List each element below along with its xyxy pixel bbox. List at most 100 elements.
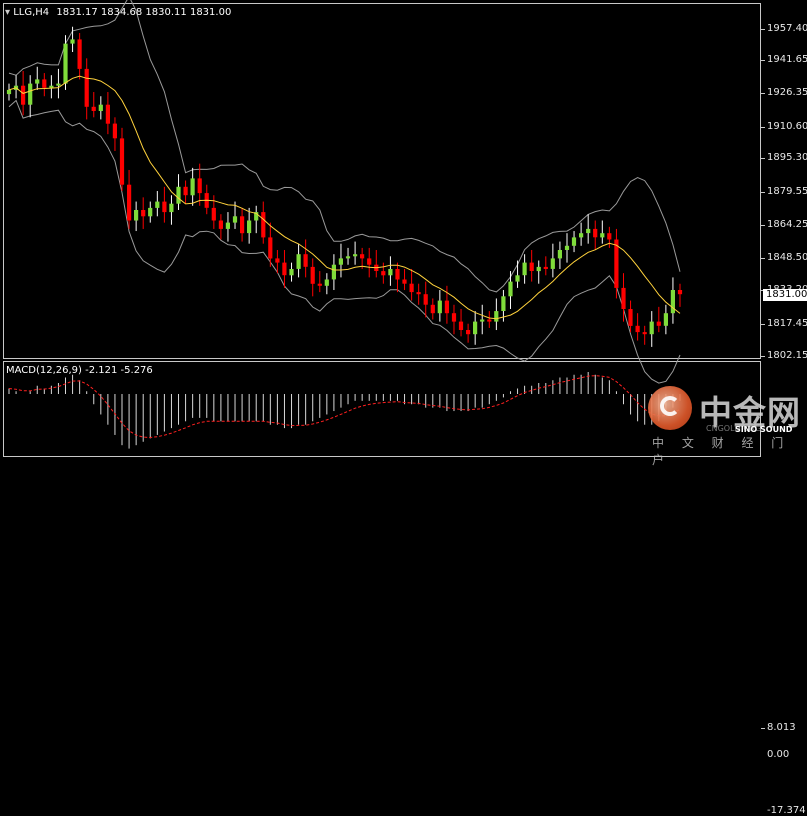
candle-body bbox=[190, 178, 195, 196]
price-tick-mark bbox=[761, 225, 765, 226]
watermark-brand: SINO SOUND bbox=[735, 425, 793, 434]
macd-label: MACD(12,26,9) -2.121 -5.276 bbox=[6, 365, 153, 376]
price-tick-mark bbox=[761, 60, 765, 61]
logo-swirl-icon bbox=[660, 396, 680, 416]
price-tick-mark bbox=[761, 356, 765, 357]
candle-body bbox=[409, 283, 414, 293]
chart-menu-icon[interactable]: ▾ bbox=[5, 7, 10, 18]
candle-body bbox=[134, 210, 139, 221]
price-tick-mark bbox=[761, 127, 765, 128]
price-tick-mark bbox=[761, 29, 765, 30]
candle-body bbox=[289, 269, 294, 276]
candle-body bbox=[501, 296, 506, 311]
price-tick-mark bbox=[761, 192, 765, 193]
candle-body bbox=[670, 290, 675, 314]
ohlc-values: 1831.17 1834.68 1830.11 1831.00 bbox=[56, 7, 232, 18]
macd-signal-line bbox=[8, 375, 681, 439]
candle-body bbox=[49, 85, 54, 88]
candle-body bbox=[6, 89, 12, 95]
candle-body bbox=[381, 271, 386, 276]
candle-body bbox=[494, 311, 499, 322]
candle-body bbox=[197, 178, 202, 194]
candle-body bbox=[119, 138, 125, 185]
candle-body bbox=[317, 283, 322, 286]
candle-body bbox=[162, 201, 167, 213]
candle-body bbox=[148, 207, 153, 217]
candle-body bbox=[579, 233, 584, 238]
candle-body bbox=[402, 279, 407, 284]
candle-body bbox=[473, 321, 478, 335]
candle-body bbox=[508, 281, 513, 297]
candle-body bbox=[28, 83, 33, 105]
price-scale[interactable]: 1957.40 1941.65 1926.35 1910.60 1895.30 1879.… bbox=[761, 0, 807, 361]
candle-body bbox=[56, 83, 61, 86]
candle-body bbox=[282, 262, 287, 276]
candle-body bbox=[345, 256, 351, 259]
candle-body bbox=[621, 287, 626, 309]
candle-body bbox=[155, 201, 160, 208]
candle-body bbox=[338, 258, 343, 265]
candle-body bbox=[310, 266, 315, 284]
candle-body bbox=[360, 254, 365, 259]
candle-body bbox=[141, 210, 146, 217]
candle-body bbox=[388, 269, 393, 276]
candle-body bbox=[663, 313, 668, 326]
candle-body bbox=[395, 269, 400, 280]
price-tick-mark bbox=[761, 158, 765, 159]
symbol-timeframe: LLG,H4 bbox=[13, 7, 50, 18]
bollinger-upper bbox=[8, 0, 681, 293]
candle-body bbox=[557, 250, 562, 259]
candle-body bbox=[635, 325, 640, 333]
candle-body bbox=[628, 309, 633, 326]
candle-body bbox=[466, 330, 471, 335]
candle-body bbox=[607, 233, 612, 240]
candle-body bbox=[458, 321, 464, 330]
candle-body bbox=[225, 222, 230, 229]
candle-body bbox=[642, 332, 647, 335]
candle-body bbox=[416, 292, 421, 295]
candle-body bbox=[451, 313, 457, 322]
candle-body bbox=[112, 123, 117, 139]
candle-body bbox=[564, 245, 570, 250]
price-tick-label: 1910.60 bbox=[767, 121, 807, 132]
candle-body bbox=[296, 254, 301, 269]
candle-body bbox=[218, 220, 223, 229]
candle-body bbox=[437, 300, 442, 314]
candle-body bbox=[268, 237, 273, 259]
candle-body bbox=[487, 319, 492, 322]
candle-body bbox=[649, 321, 654, 335]
candle-body bbox=[550, 258, 555, 269]
candle-body bbox=[247, 220, 252, 234]
candle-body bbox=[423, 294, 428, 305]
candle-body bbox=[353, 254, 358, 257]
candle-body bbox=[105, 104, 110, 124]
price-tick-label: 1957.40 bbox=[767, 23, 807, 34]
candle-body bbox=[536, 266, 541, 272]
candle-body bbox=[303, 254, 308, 267]
price-tick-label: 1895.30 bbox=[767, 152, 807, 163]
chart-header: ▾ LLG,H4 1831.17 1834.68 1830.11 1831.00 bbox=[5, 7, 231, 18]
candle-body bbox=[127, 184, 132, 221]
price-tick-mark bbox=[761, 258, 765, 259]
macd-scale-zero: 0.00 bbox=[767, 749, 790, 760]
candle-body bbox=[529, 262, 534, 271]
candle-body bbox=[367, 258, 372, 265]
candle-body bbox=[35, 79, 40, 84]
candle-body bbox=[21, 85, 26, 105]
candle-body bbox=[176, 186, 181, 204]
candle-body bbox=[600, 233, 605, 238]
candle-body bbox=[232, 216, 238, 223]
candle-body bbox=[91, 106, 96, 111]
candle-body bbox=[70, 39, 75, 44]
candle-body bbox=[261, 212, 266, 238]
candle-body bbox=[430, 304, 435, 314]
candle-body bbox=[656, 321, 661, 326]
price-tick-label: 1864.25 bbox=[767, 219, 807, 230]
candle-body bbox=[331, 264, 336, 280]
candle-body bbox=[240, 216, 245, 234]
candle-body bbox=[515, 275, 520, 282]
candle-body bbox=[98, 104, 103, 111]
bollinger-lower bbox=[8, 99, 681, 384]
candle-body bbox=[169, 203, 174, 213]
candle-body bbox=[677, 290, 683, 295]
